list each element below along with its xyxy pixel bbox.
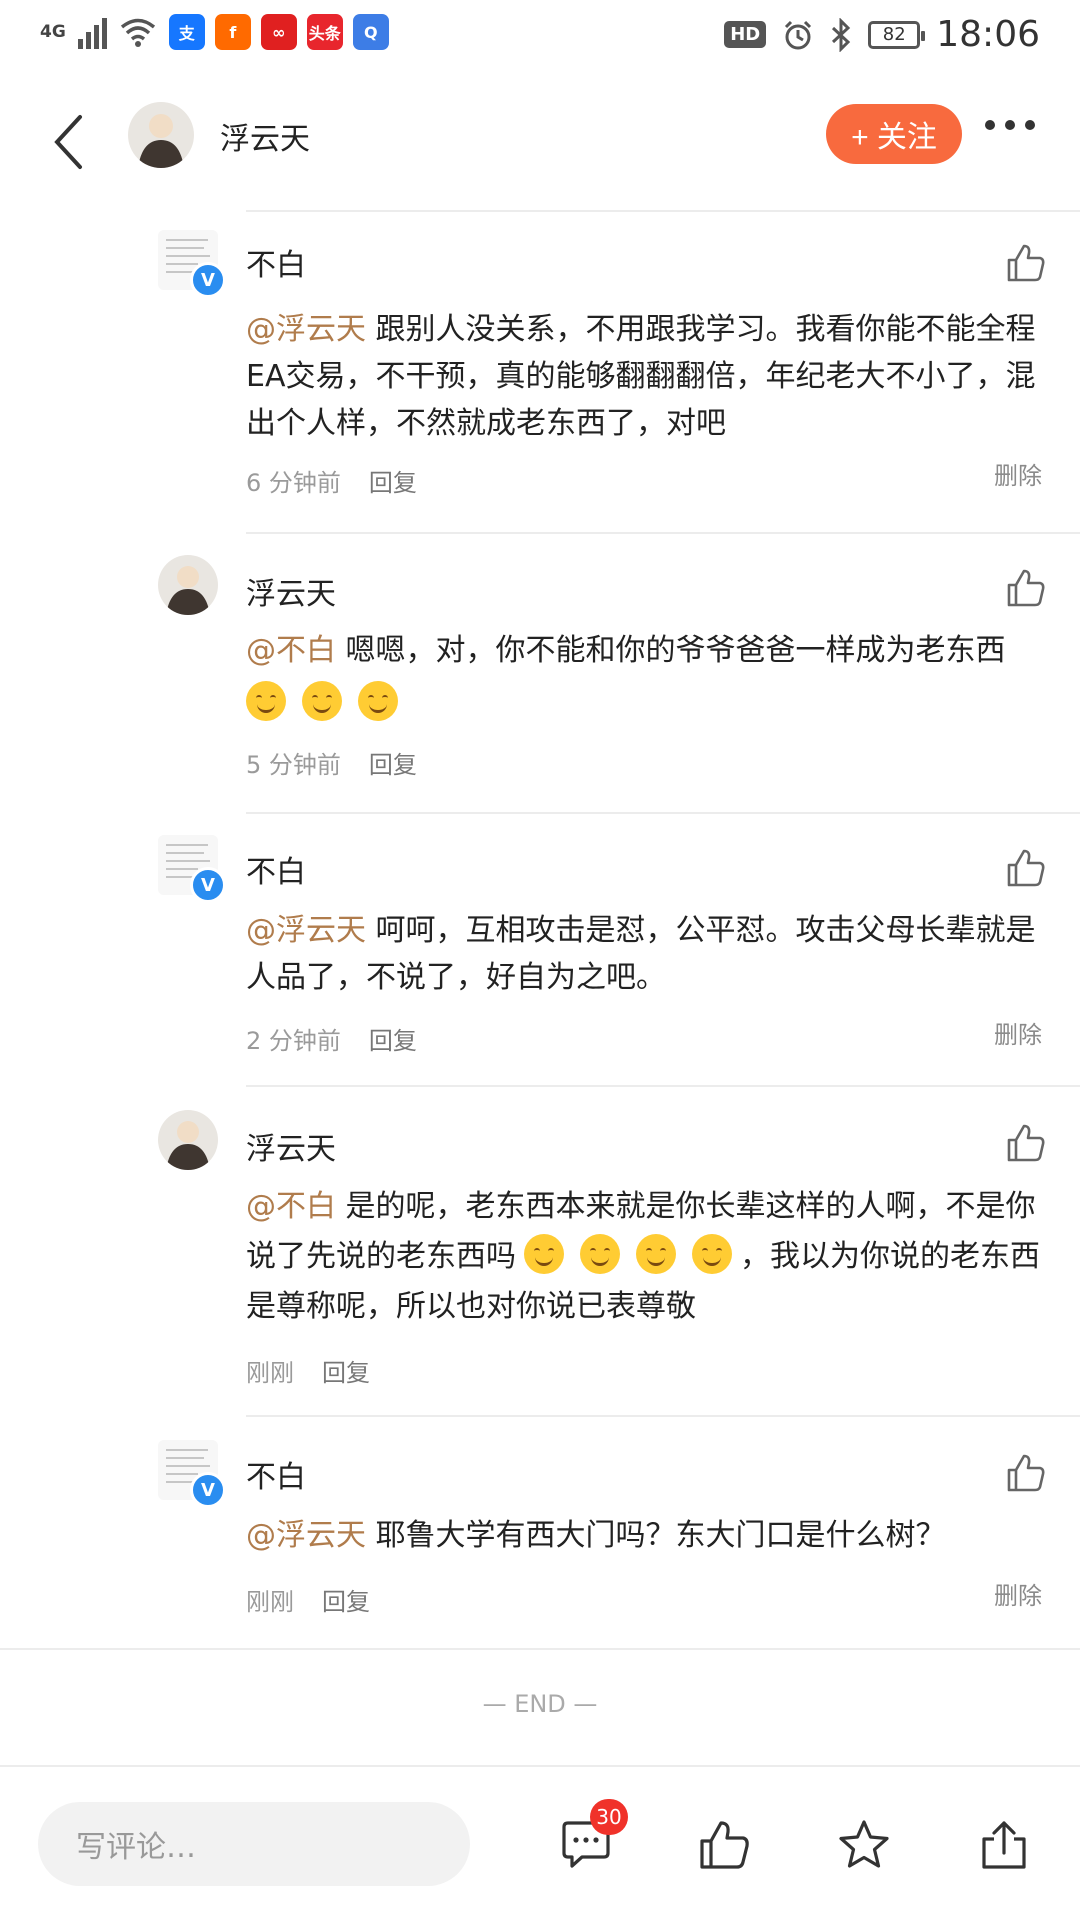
smile-emoji-icon bbox=[524, 1234, 564, 1274]
thumbs-up-icon[interactable] bbox=[1005, 567, 1047, 609]
smile-emoji-icon bbox=[692, 1234, 732, 1274]
reply-button[interactable]: 回复 bbox=[369, 1021, 417, 1056]
thumbs-up-icon[interactable] bbox=[1005, 847, 1047, 889]
news-red-icon: ∞ bbox=[260, 14, 297, 50]
reply-button[interactable]: 回复 bbox=[369, 463, 417, 498]
divider bbox=[246, 532, 1080, 534]
comment-text: @不白 是的呢，老东西本来就是你长辈这样的人啊，不是你说了先说的老东西吗 ，我以为… bbox=[246, 1189, 1040, 1324]
star-icon[interactable] bbox=[836, 1817, 892, 1873]
reply-button[interactable]: 回复 bbox=[369, 745, 417, 780]
top-bar: 浮云天 + 关注 bbox=[0, 90, 1080, 220]
reply-button[interactable]: 回复 bbox=[322, 1353, 370, 1388]
wifi-icon bbox=[120, 18, 155, 47]
comment-text: @浮云天 跟别人没关系，不用跟我学习。我看你能不能全程EA交易，不干预，真的能够… bbox=[246, 312, 1036, 441]
divider bbox=[246, 1085, 1080, 1087]
comment-input[interactable]: 写评论… bbox=[38, 1802, 470, 1886]
verified-badge-icon: V bbox=[190, 867, 226, 903]
comment-meta: 刚刚 回复 bbox=[246, 1582, 370, 1617]
thumbs-up-icon[interactable] bbox=[1005, 1452, 1047, 1494]
qq-browser-icon: Q bbox=[352, 14, 389, 50]
comment-time: 2 分钟前 bbox=[246, 1027, 341, 1055]
mention-link[interactable]: @浮云天 bbox=[246, 1518, 366, 1553]
back-arrow-icon[interactable] bbox=[45, 112, 95, 172]
mention-link[interactable]: @浮云天 bbox=[246, 913, 366, 948]
comment-meta: 5 分钟前 回复 bbox=[246, 745, 417, 780]
smile-emoji-icon bbox=[358, 681, 398, 721]
comment-text: @不白 嗯嗯，对，你不能和你的爷爷爸爸一样成为老东西 bbox=[246, 627, 1046, 727]
comment-time: 刚刚 bbox=[246, 1359, 294, 1387]
emoji-group bbox=[238, 680, 406, 727]
delete-button[interactable]: 删除 bbox=[994, 1015, 1042, 1050]
smile-emoji-icon bbox=[302, 681, 342, 721]
comment-count-badge: 30 bbox=[590, 1799, 628, 1835]
comment-meta: 刚刚 回复 bbox=[246, 1353, 370, 1388]
alarm-icon bbox=[785, 20, 812, 49]
smile-emoji-icon bbox=[636, 1234, 676, 1274]
divider bbox=[246, 1415, 1080, 1417]
toutiao-icon: 头条 bbox=[306, 14, 343, 50]
comment-text: @浮云天 呵呵，互相攻击是怼，公平怼。攻击父母长辈就是人品了，不说了，好自为之吧… bbox=[246, 913, 1036, 995]
comment-username[interactable]: 不白 bbox=[246, 240, 306, 284]
thumbs-up-icon[interactable] bbox=[696, 1817, 752, 1873]
share-icon[interactable] bbox=[976, 1817, 1032, 1873]
battery-icon: 82 bbox=[868, 20, 926, 49]
more-options-icon[interactable] bbox=[985, 120, 1035, 130]
end-of-list-label: — END — bbox=[482, 1690, 598, 1718]
verified-badge-icon: V bbox=[190, 1472, 226, 1508]
mention-link[interactable]: @不白 bbox=[246, 1189, 336, 1224]
signal-icon bbox=[77, 15, 107, 49]
comment-time: 5 分钟前 bbox=[246, 751, 341, 779]
comment-username[interactable]: 不白 bbox=[246, 847, 306, 891]
smile-emoji-icon bbox=[580, 1234, 620, 1274]
mention-link[interactable]: @不白 bbox=[246, 633, 336, 668]
smile-emoji-icon bbox=[246, 681, 286, 721]
app-f-icon: f bbox=[214, 14, 251, 50]
alipay-icon: 支 bbox=[168, 14, 205, 50]
divider bbox=[246, 812, 1080, 814]
comment-text: @浮云天 耶鲁大学有西大门吗？东大门口是什么树？ bbox=[246, 1518, 946, 1553]
delete-button[interactable]: 删除 bbox=[994, 456, 1042, 491]
avatar[interactable] bbox=[158, 1110, 218, 1170]
author-name[interactable]: 浮云天 bbox=[220, 114, 310, 158]
status-bar: 4G 支 f ∞ 头条 Q HD 82 18:06 bbox=[0, 0, 1080, 75]
divider bbox=[0, 1648, 1080, 1650]
mention-link[interactable]: @浮云天 bbox=[246, 312, 366, 347]
divider bbox=[246, 210, 1080, 212]
reply-button[interactable]: 回复 bbox=[322, 1582, 370, 1617]
comment-username[interactable]: 浮云天 bbox=[246, 569, 336, 613]
comment-username[interactable]: 浮云天 bbox=[246, 1124, 336, 1168]
hd-badge: HD bbox=[724, 21, 767, 48]
avatar[interactable] bbox=[128, 102, 194, 168]
comment-time: 刚刚 bbox=[246, 1588, 294, 1616]
bluetooth-icon bbox=[832, 17, 851, 52]
comment-time: 6 分钟前 bbox=[246, 469, 341, 497]
avatar[interactable] bbox=[158, 555, 218, 615]
thumbs-up-icon[interactable] bbox=[1005, 242, 1047, 284]
verified-badge-icon: V bbox=[190, 262, 226, 298]
follow-button[interactable]: + 关注 bbox=[826, 104, 962, 164]
network-type: 4G bbox=[40, 22, 66, 42]
comment-meta: 2 分钟前 回复 bbox=[246, 1021, 417, 1056]
clock: 18:06 bbox=[936, 14, 1040, 55]
comment-username[interactable]: 不白 bbox=[246, 1452, 306, 1496]
thumbs-up-icon[interactable] bbox=[1005, 1122, 1047, 1164]
delete-button[interactable]: 删除 bbox=[994, 1576, 1042, 1611]
bottom-bar: 写评论… 30 bbox=[0, 1765, 1080, 1922]
comment-meta: 6 分钟前 回复 bbox=[246, 463, 417, 498]
